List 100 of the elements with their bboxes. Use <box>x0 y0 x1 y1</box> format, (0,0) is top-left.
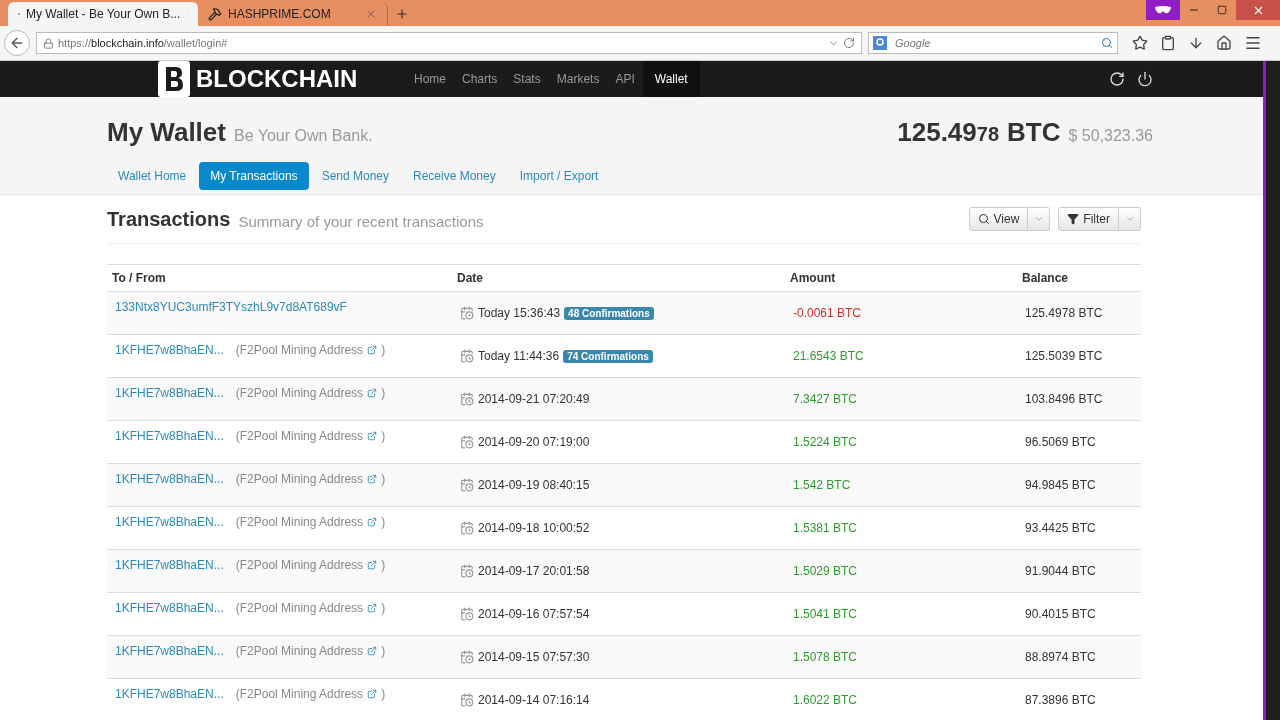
balance-text: 125.4978 BTC <box>1025 306 1103 320</box>
address-label: ) <box>381 644 386 658</box>
column-header: Balance <box>1021 271 1070 285</box>
external-link-icon[interactable] <box>367 431 378 441</box>
plus-icon[interactable] <box>395 7 409 21</box>
calendar-icon <box>460 650 474 664</box>
date-text: 2014-09-15 07:57:30 <box>478 650 590 664</box>
browser-tab[interactable]: My Wallet - Be Your Own B... <box>8 2 198 26</box>
date-text: 2014-09-14 07:16:14 <box>478 693 590 707</box>
calendar-icon <box>460 435 474 449</box>
clipboard-icon[interactable] <box>1160 35 1176 51</box>
external-link-icon[interactable] <box>367 345 378 355</box>
nav-link[interactable]: API <box>607 61 643 97</box>
home-icon[interactable] <box>1216 35 1232 51</box>
nav-tab[interactable]: Receive Money <box>402 162 507 190</box>
logo-text[interactable]: BLOCKCHAIN <box>196 65 358 93</box>
back-icon[interactable] <box>9 35 25 51</box>
section-subtitle: Summary of your recent transactions <box>238 212 484 230</box>
address-link[interactable]: 1KFHE7w8BhaEN... <box>115 558 224 572</box>
address-link[interactable]: 1KFHE7w8BhaEN... <box>115 687 224 701</box>
column-header: Date <box>456 271 484 285</box>
filter-button[interactable]: Filter <box>1058 207 1119 231</box>
address-bar[interactable]: https://blockchain.info/wallet/login# <box>36 32 862 54</box>
address-link[interactable]: 1KFHE7w8BhaEN... <box>115 343 224 357</box>
amount-text: 1.542 BTC <box>793 478 851 492</box>
nav-tab[interactable]: Import / Export <box>508 162 610 190</box>
external-link-icon[interactable] <box>367 388 378 398</box>
address-label: (F2Pool Mining Address <box>235 558 364 572</box>
download-icon[interactable] <box>1188 35 1204 51</box>
address-label: (F2Pool Mining Address <box>235 601 364 615</box>
nav-link[interactable]: Stats <box>505 61 549 97</box>
dropdown-button[interactable] <box>1119 207 1141 231</box>
address-link[interactable]: 1KFHE7w8BhaEN... <box>115 644 224 658</box>
menu-icon[interactable] <box>1244 34 1262 52</box>
nav-tab[interactable]: My Transactions <box>199 162 309 190</box>
address-link[interactable]: 1KFHE7w8BhaEN... <box>115 601 224 615</box>
date-text: 2014-09-16 07:57:54 <box>478 607 590 621</box>
amount-text: 1.5041 BTC <box>793 607 858 621</box>
external-link-icon[interactable] <box>367 560 378 570</box>
search-icon[interactable] <box>1101 37 1113 49</box>
balance-text: 88.8974 BTC <box>1025 650 1096 664</box>
address-link[interactable]: 1KFHE7w8BhaEN... <box>115 386 224 400</box>
close-icon[interactable] <box>365 8 377 20</box>
view-button[interactable]: View <box>968 207 1029 231</box>
scrollbar[interactable] <box>1263 61 1280 720</box>
date-text: 2014-09-18 10:00:52 <box>478 521 590 535</box>
amount-text: 1.5381 BTC <box>793 521 858 535</box>
amount-text: 21.6543 BTC <box>793 349 864 363</box>
address-link[interactable]: 1KFHE7w8BhaEN... <box>115 515 224 529</box>
address-label: (F2Pool Mining Address <box>235 472 364 486</box>
address-label: ) <box>381 386 386 400</box>
balance-text: 93.4425 BTC <box>1025 521 1096 535</box>
search-icon <box>977 213 990 225</box>
maximize-icon[interactable] <box>1217 5 1227 15</box>
balance-text: 91.9044 BTC <box>1025 564 1096 578</box>
column-header: To / From <box>111 271 167 285</box>
address-link[interactable]: 133Ntx8YUC3umfF3TYszhL9v7d8AT689vF <box>115 300 347 314</box>
power-icon[interactable] <box>1137 71 1153 87</box>
close-button[interactable] <box>1236 0 1280 20</box>
search-bar[interactable]: Google <box>868 32 1118 54</box>
address-label: (F2Pool Mining Address <box>235 343 364 357</box>
external-link-icon[interactable] <box>367 646 378 656</box>
search-engine-icon[interactable] <box>873 36 887 50</box>
address-link[interactable]: 1KFHE7w8BhaEN... <box>115 472 224 486</box>
nav-tab[interactable]: Send Money <box>310 162 400 190</box>
balance-text: 125.5039 BTC <box>1025 349 1103 363</box>
calendar-icon <box>460 521 474 535</box>
nav-link[interactable]: Charts <box>454 61 506 97</box>
nav-tab[interactable]: Wallet Home <box>107 162 198 190</box>
address-label: ) <box>381 601 386 615</box>
refresh-icon[interactable] <box>1109 71 1125 87</box>
calendar-icon <box>460 392 474 406</box>
calendar-icon <box>460 564 474 578</box>
date-text: Today 11:44:36 <box>478 349 560 363</box>
date-text: 2014-09-19 08:40:15 <box>478 478 590 492</box>
reload-icon[interactable] <box>843 37 855 49</box>
external-link-icon[interactable] <box>367 689 378 699</box>
external-link-icon[interactable] <box>367 474 378 484</box>
dropdown-button[interactable] <box>1028 207 1051 231</box>
caret-icon[interactable] <box>1124 214 1135 224</box>
confirmations-badge: 74 Confirmations <box>563 349 653 363</box>
amount-text: 7.3427 BTC <box>793 392 858 406</box>
nav-link[interactable]: Wallet <box>642 61 700 97</box>
calendar-icon <box>460 607 474 621</box>
address-label: (F2Pool Mining Address <box>235 644 364 658</box>
search-input[interactable]: Google <box>893 36 1095 50</box>
amount-text: 1.6022 BTC <box>793 693 858 707</box>
amount-text: -0.0061 BTC <box>793 306 862 320</box>
url-text[interactable]: https://blockchain.info/wallet/login# <box>58 37 824 49</box>
external-link-icon[interactable] <box>367 603 378 613</box>
star-icon[interactable] <box>1132 35 1148 51</box>
column-header: Amount <box>789 271 837 285</box>
external-link-icon[interactable] <box>367 517 378 527</box>
nav-link[interactable]: Markets <box>548 61 608 97</box>
date-text: Today 15:36:43 <box>478 306 561 320</box>
back-button[interactable] <box>4 30 30 56</box>
amount-text: 1.5224 BTC <box>793 435 858 449</box>
nav-link[interactable]: Home <box>406 61 454 97</box>
address-link[interactable]: 1KFHE7w8BhaEN... <box>115 429 224 443</box>
caret-icon[interactable] <box>1033 214 1044 224</box>
